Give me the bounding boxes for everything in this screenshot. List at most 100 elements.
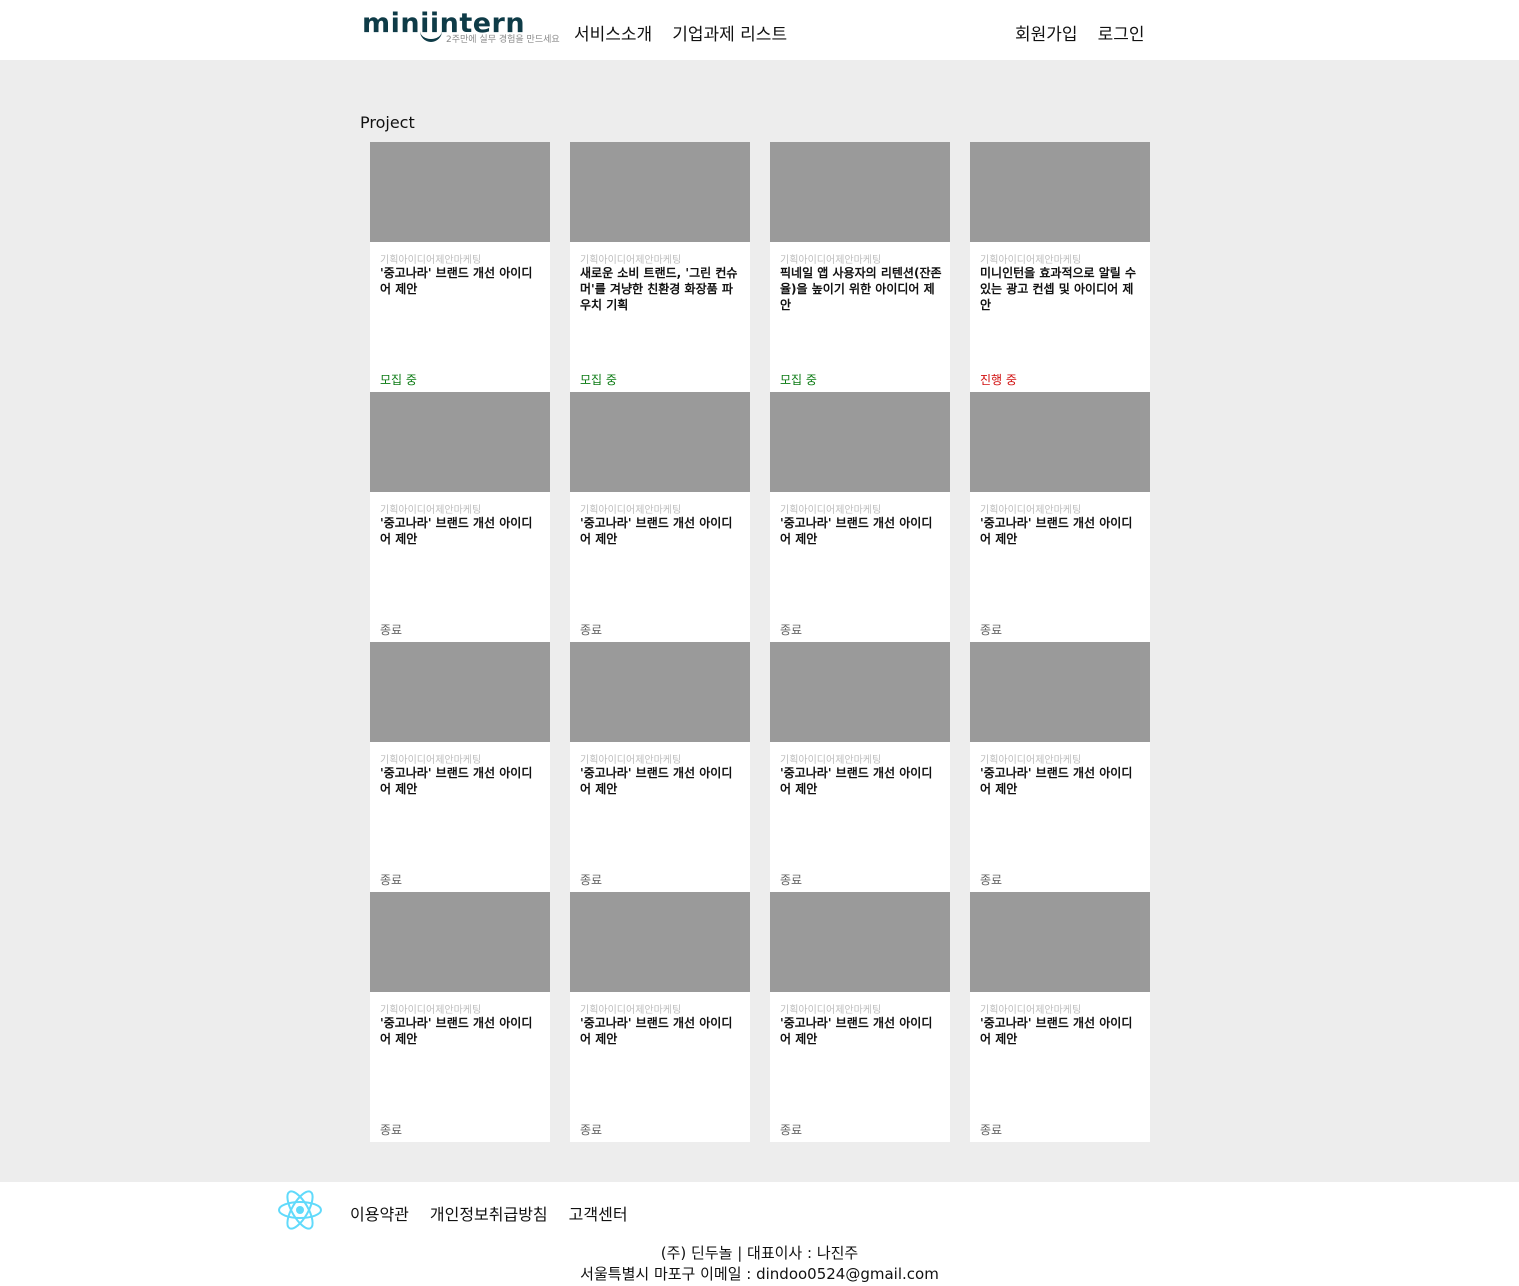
project-card[interactable]: 기획아이디어제안마케팅 '중고나라' 브랜드 개선 아이디어 제안종료 — [370, 642, 550, 892]
status-badge: 진행 중 — [980, 373, 1017, 387]
footer-links: 이용약관 개인정보취급방침 고객센터 — [350, 1201, 628, 1225]
company-line-2: 서울특별시 마포구 이메일 : dindoo0524@gmail.com — [580, 1265, 939, 1283]
project-category: 기획아이디어제안마케팅 — [780, 1005, 882, 1016]
project-thumbnail — [770, 642, 950, 742]
project-grid: 기획아이디어제안마케팅 '중고나라' 브랜드 개선 아이디어 제안 모집 중 기획아이… — [370, 142, 1150, 1142]
status-badge: 종료 — [980, 1123, 1003, 1137]
project-title: '중고나라' 브랜드 개선 아이디어 제안 — [580, 1016, 733, 1046]
company-info: (주) 딘두놀 | 대표이사 : 나진주 서울특별시 마포구 이메일 : din… — [0, 1243, 1519, 1285]
project-card[interactable]: 기획아이디어제안마케팅 픽네일 앱 사용자의 리텐션(잔존율)을 높이기 위한 아… — [770, 142, 950, 392]
project-category: 기획아이디어제안마케팅 — [780, 505, 882, 516]
status-badge: 종료 — [580, 1123, 603, 1137]
project-thumbnail — [970, 392, 1150, 492]
project-category: 기획아이디어제안마케팅 — [780, 755, 882, 766]
project-card[interactable]: 기획아이디어제안마케팅 '중고나라' 브랜드 개선 아이디어 제안종료 — [770, 392, 950, 642]
project-category: 기획아이디어제안마케팅 — [380, 1005, 482, 1016]
project-card[interactable]: 기획아이디어제안마케팅 '중고나라' 브랜드 개선 아이디어 제안종료 — [570, 642, 750, 892]
status-badge: 종료 — [980, 873, 1003, 887]
project-card[interactable]: 기획아이디어제안마케팅 '중고나라' 브랜드 개선 아이디어 제안종료 — [970, 642, 1150, 892]
privacy-policy-link[interactable]: 개인정보취급방침 — [430, 1201, 548, 1225]
main-nav: 서비스소개 기업과제 리스트 — [574, 20, 787, 45]
logo-tagline: 2주만에 실무 경험을 만드세요 — [446, 35, 560, 45]
project-title: 미니인턴을 효과적으로 알릴 수 있는 광고 컨셉 및 아이디어 제안 — [980, 266, 1137, 312]
project-category: 기획아이디어제안마케팅 — [580, 255, 682, 266]
react-icon[interactable] — [276, 1188, 324, 1232]
project-thumbnail — [970, 142, 1150, 242]
project-thumbnail — [570, 892, 750, 992]
project-category: 기획아이디어제안마케팅 — [380, 755, 482, 766]
terms-link[interactable]: 이용약관 — [350, 1201, 409, 1225]
company-line-1: (주) 딘두놀 | 대표이사 : 나진주 — [660, 1244, 859, 1262]
status-badge: 모집 중 — [780, 373, 817, 387]
project-thumbnail — [770, 892, 950, 992]
site-footer: 이용약관 개인정보취급방침 고객센터 (주) 딘두놀 | 대표이사 : 나진주 … — [0, 1182, 1519, 1286]
project-category: 기획아이디어제안마케팅 — [580, 505, 682, 516]
project-thumbnail — [370, 642, 550, 742]
project-category: 기획아이디어제안마케팅 — [980, 505, 1082, 516]
status-badge: 종료 — [780, 873, 803, 887]
nav-service-intro[interactable]: 서비스소개 — [574, 20, 652, 45]
project-title: '중고나라' 브랜드 개선 아이디어 제안 — [780, 516, 933, 546]
project-category: 기획아이디어제안마케팅 — [980, 1005, 1082, 1016]
project-title: 픽네일 앱 사용자의 리텐션(잔존율)을 높이기 위한 아이디어 제안 — [780, 266, 942, 312]
project-title: '중고나라' 브랜드 개선 아이디어 제안 — [780, 1016, 933, 1046]
project-thumbnail — [570, 642, 750, 742]
project-card[interactable]: 기획아이디어제안마케팅 '중고나라' 브랜드 개선 아이디어 제안 종료 — [370, 392, 550, 642]
project-title: '중고나라' 브랜드 개선 아이디어 제안 — [580, 766, 733, 796]
project-card[interactable]: 기획아이디어제안마케팅 새로운 소비 트랜드, '그린 컨슈머'를 겨냥한 친환경… — [570, 142, 750, 392]
project-title: '중고나라' 브랜드 개선 아이디어 제안 — [580, 516, 733, 546]
project-title: '중고나라' 브랜드 개선 아이디어 제안 — [380, 1016, 533, 1046]
signup-link[interactable]: 회원가입 — [1015, 20, 1078, 45]
project-card[interactable]: 기획아이디어제안마케팅 '중고나라' 브랜드 개선 아이디어 제안종료 — [770, 642, 950, 892]
status-badge: 모집 중 — [380, 373, 417, 387]
project-category: 기획아이디어제안마케팅 — [980, 255, 1082, 266]
project-category: 기획아이디어제안마케팅 — [580, 1005, 682, 1016]
status-badge: 종료 — [380, 1123, 403, 1137]
section-title: Project — [360, 113, 415, 132]
project-title: '중고나라' 브랜드 개선 아이디어 제안 — [980, 766, 1133, 796]
project-card[interactable]: 기획아이디어제안마케팅 '중고나라' 브랜드 개선 아이디어 제안종료 — [570, 392, 750, 642]
project-category: 기획아이디어제안마케팅 — [980, 755, 1082, 766]
project-title: 새로운 소비 트랜드, '그린 컨슈머'를 겨냥한 친환경 화장품 파우치 기획 — [580, 266, 738, 312]
miniintern-logo[interactable]: miniintern 2주만에 실무 경험을 만드세요 — [362, 8, 567, 48]
project-card[interactable]: 기획아이디어제안마케팅 '중고나라' 브랜드 개선 아이디어 제안종료 — [370, 892, 550, 1142]
project-card[interactable]: 기획아이디어제안마케팅 '중고나라' 브랜드 개선 아이디어 제안종료 — [970, 392, 1150, 642]
customer-center-link[interactable]: 고객센터 — [569, 1201, 628, 1225]
project-thumbnail — [370, 392, 550, 492]
project-category: 기획아이디어제안마케팅 — [380, 505, 482, 516]
project-thumbnail — [370, 142, 550, 242]
project-card[interactable]: 기획아이디어제안마케팅 '중고나라' 브랜드 개선 아이디어 제안종료 — [970, 892, 1150, 1142]
project-category: 기획아이디어제안마케팅 — [580, 755, 682, 766]
project-card[interactable]: 기획아이디어제안마케팅 '중고나라' 브랜드 개선 아이디어 제안종료 — [570, 892, 750, 1142]
project-card[interactable]: 기획아이디어제안마케팅 '중고나라' 브랜드 개선 아이디어 제안모집 중 — [370, 142, 550, 392]
logo-smile-icon — [420, 30, 442, 42]
nav-project-list[interactable]: 기업과제 리스트 — [672, 20, 787, 45]
status-badge: 종료 — [380, 873, 403, 887]
main-content: Project 기획아이디어제안마케팅 '중고나라' 브랜드 개선 아이디어 제안… — [0, 60, 1519, 1182]
auth-nav: 회원가입 로그인 — [1015, 20, 1144, 45]
project-card[interactable]: 기획아이디어제안마케팅 미니인턴을 효과적으로 알릴 수 있는 광고 컨셉 및 아… — [970, 142, 1150, 392]
project-title: '중고나라' 브랜드 개선 아이디어 제안 — [980, 1016, 1133, 1046]
project-thumbnail — [970, 642, 1150, 742]
site-header: miniintern 2주만에 실무 경험을 만드세요 서비스소개 기업과제 리… — [0, 0, 1519, 60]
status-badge: 모집 중 — [580, 373, 617, 387]
status-badge: 종료 — [580, 623, 603, 637]
project-thumbnail — [770, 392, 950, 492]
project-title: '중고나라' 브랜드 개선 아이디어 제안 — [980, 516, 1133, 546]
status-badge: 종료 — [780, 1123, 803, 1137]
project-title: '중고나라' 브랜드 개선 아이디어 제안 — [780, 766, 933, 796]
project-category: 기획아이디어제안마케팅 — [380, 255, 482, 266]
project-title: '중고나라' 브랜드 개선 아이디어 제안 — [380, 266, 533, 296]
project-thumbnail — [970, 892, 1150, 992]
project-thumbnail — [570, 392, 750, 492]
status-badge: 종료 — [780, 623, 803, 637]
project-category: 기획아이디어제안마케팅 — [780, 255, 882, 266]
login-link[interactable]: 로그인 — [1098, 20, 1145, 45]
project-title: '중고나라' 브랜드 개선 아이디어 제안 — [380, 766, 533, 796]
project-thumbnail — [370, 892, 550, 992]
status-badge: 종료 — [980, 623, 1003, 637]
project-title: '중고나라' 브랜드 개선 아이디어 제안 — [380, 516, 533, 546]
status-badge: 종료 — [580, 873, 603, 887]
project-thumbnail — [570, 142, 750, 242]
project-card[interactable]: 기획아이디어제안마케팅 '중고나라' 브랜드 개선 아이디어 제안종료 — [770, 892, 950, 1142]
